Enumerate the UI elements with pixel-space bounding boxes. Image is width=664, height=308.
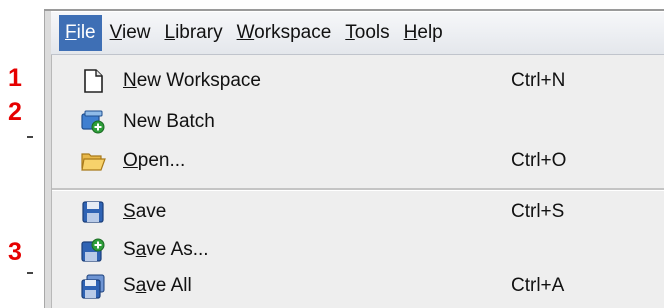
- menu-library[interactable]: Library: [158, 15, 228, 51]
- menu-item-label-post: ve All: [146, 275, 192, 296]
- menu-item-shortcut: Ctrl+A: [511, 275, 565, 296]
- new-document-icon: [80, 68, 106, 94]
- menu-help-post: elp: [417, 22, 443, 43]
- menu-item-label-post: ve As...: [146, 239, 209, 260]
- menu-file[interactable]: File: [59, 15, 102, 51]
- menu-item-label-pre: S: [123, 275, 136, 296]
- save-as-icon: [80, 237, 106, 263]
- menu-item-mnemonic: a: [135, 275, 147, 296]
- menu-item-label: Open...: [123, 142, 185, 179]
- menu-item-label: Save As...: [123, 231, 209, 268]
- menu-item-mnemonic: O: [123, 150, 138, 171]
- menu-workspace[interactable]: Workspace: [231, 15, 338, 51]
- menu-item-save-as[interactable]: Save As...: [52, 231, 664, 268]
- menu-view-post: iew: [121, 22, 151, 43]
- window-top-border: [44, 9, 664, 11]
- menu-item-save-all[interactable]: Save All Ctrl+A: [52, 267, 664, 304]
- menu-item-mnemonic: a: [135, 239, 147, 260]
- annotation-marker-2: 2: [8, 98, 22, 126]
- window-left-edge: [44, 11, 51, 308]
- menu-item-label: New Batch: [123, 103, 215, 140]
- annotation-marker-3: 3: [8, 238, 22, 266]
- annotation-marker-1: 1: [8, 64, 22, 92]
- menu-item-label-pre: S: [123, 239, 136, 260]
- menu-item-label-post: ew Workspace: [136, 70, 261, 91]
- menu-help-mnemonic: H: [403, 22, 418, 43]
- menu-item-mnemonic: S: [123, 201, 136, 222]
- folder-open-icon: [80, 148, 106, 174]
- menu-tools-mnemonic: T: [345, 22, 355, 43]
- menu-item-label: Save: [123, 193, 166, 230]
- menu-item-label-pre: New Batch: [123, 111, 215, 132]
- menu-tools-post: ools: [354, 22, 390, 43]
- menu-separator: [52, 188, 664, 191]
- menu-item-new-workspace[interactable]: New Workspace Ctrl+N: [52, 62, 664, 99]
- save-all-icon: [80, 273, 106, 299]
- menu-item-shortcut: Ctrl+N: [511, 70, 566, 91]
- new-batch-icon: [80, 109, 106, 135]
- file-menu-dropdown: New Workspace Ctrl+N New Batch Open... C…: [51, 55, 664, 308]
- divider-tick: [27, 272, 33, 274]
- menu-library-mnemonic: L: [164, 22, 176, 43]
- app-window: 1 2 3 File View Library Workspace Tools …: [0, 0, 664, 308]
- menu-help[interactable]: Help: [398, 15, 449, 51]
- menu-item-label-post: ave: [135, 201, 167, 222]
- divider-tick: [27, 136, 33, 138]
- menu-library-post: ibrary: [175, 22, 223, 43]
- menu-file-post: ile: [76, 22, 96, 43]
- menu-item-shortcut: Ctrl+O: [511, 150, 567, 171]
- menu-item-save[interactable]: Save Ctrl+S: [52, 193, 664, 230]
- save-icon: [80, 199, 106, 225]
- menu-item-open[interactable]: Open... Ctrl+O: [52, 142, 664, 179]
- menu-item-new-batch[interactable]: New Batch: [52, 103, 664, 140]
- menu-file-mnemonic: F: [65, 22, 77, 43]
- menu-item-label: Save All: [123, 267, 192, 304]
- menu-view[interactable]: View: [104, 15, 157, 51]
- menu-item-shortcut: Ctrl+S: [511, 201, 565, 222]
- menu-tools[interactable]: Tools: [339, 15, 395, 51]
- menu-workspace-post: orkspace: [254, 22, 332, 43]
- menu-item-label-post: pen...: [137, 150, 186, 171]
- menu-item-mnemonic: N: [123, 70, 137, 91]
- menu-item-label: New Workspace: [123, 62, 261, 99]
- menu-bar: File View Library Workspace Tools Help: [51, 12, 664, 55]
- menu-view-mnemonic: V: [109, 22, 122, 43]
- menu-workspace-mnemonic: W: [236, 22, 255, 43]
